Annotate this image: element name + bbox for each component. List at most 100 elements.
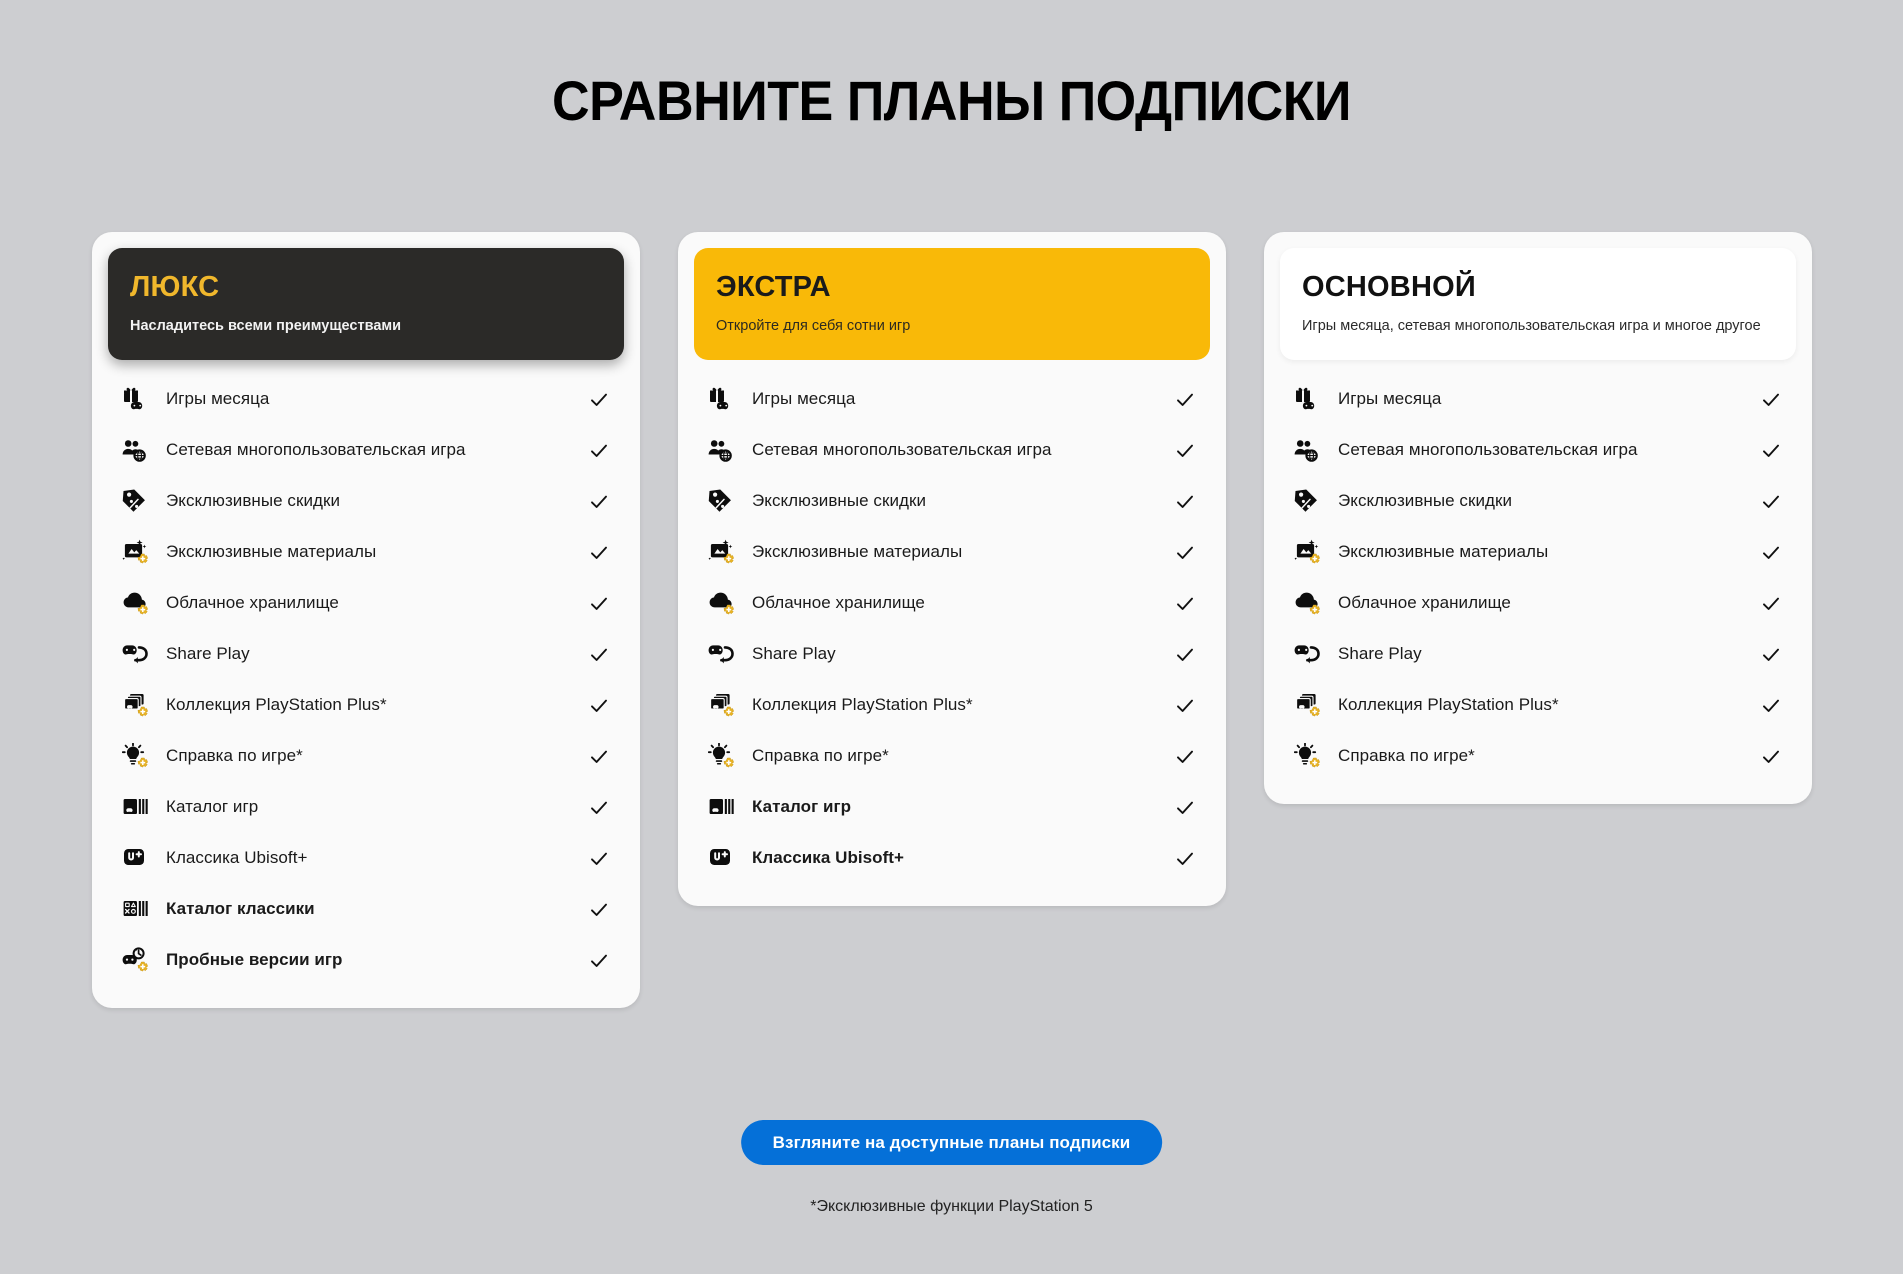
feature-label: Сетевая многопользовательская игра xyxy=(752,440,1052,460)
subscription-plans-page: СРАВНИТЕ ПЛАНЫ ПОДПИСКИ ЛЮКС Насладитесь … xyxy=(0,0,1903,1274)
feature-row: Share Play xyxy=(122,629,616,680)
feature-label: Классика Ubisoft+ xyxy=(166,848,308,868)
feature-check-icon xyxy=(1754,747,1788,767)
feature-label: Эксклюзивные материалы xyxy=(166,542,377,562)
plan-name: ОСНОВНОЙ xyxy=(1302,271,1476,304)
ubisoft-plus-icon xyxy=(708,844,744,874)
plan-card: ЛЮКС Насладитесь всеми преимуществами Игры… xyxy=(92,232,640,1008)
feature-check-icon xyxy=(582,951,616,971)
feature-row: Сетевая многопользовательская игра xyxy=(122,425,616,476)
feature-row: Коллекция PlayStation Plus* xyxy=(708,680,1202,731)
feature-label: Коллекция PlayStation Plus* xyxy=(166,695,387,715)
sparkle-card-plus-icon xyxy=(1294,538,1330,568)
feature-check-icon xyxy=(1754,390,1788,410)
feature-check-icon xyxy=(1168,798,1202,818)
game-trial-plus-icon xyxy=(122,946,158,976)
page-title: СРАВНИТЕ ПЛАНЫ ПОДПИСКИ xyxy=(551,69,1352,132)
feature-row: Пробные версии игр xyxy=(122,935,616,986)
feature-row: Share Play xyxy=(1294,629,1788,680)
people-globe-icon xyxy=(1294,436,1330,466)
cloud-plus-icon xyxy=(1294,589,1330,619)
feature-check-icon xyxy=(582,747,616,767)
feature-label: Каталог игр xyxy=(752,797,852,817)
feature-label: Облачное хранилище xyxy=(752,593,925,613)
feature-check-icon xyxy=(1754,492,1788,512)
feature-row: Каталог игр xyxy=(708,782,1202,833)
feature-check-icon xyxy=(1168,645,1202,665)
feature-check-icon xyxy=(1168,492,1202,512)
feature-check-icon xyxy=(1168,696,1202,716)
feature-check-icon xyxy=(582,849,616,869)
feature-label: Коллекция PlayStation Plus* xyxy=(1338,695,1559,715)
feature-row: Каталог классики xyxy=(122,884,616,935)
price-tag-icon xyxy=(122,487,158,517)
plan-cards-container: ЛЮКС Насладитесь всеми преимуществами Игры… xyxy=(92,232,1812,1008)
feature-label: Сетевая многопользовательская игра xyxy=(166,440,466,460)
feature-label: Облачное хранилище xyxy=(166,593,339,613)
feature-label: Сетевая многопользовательская игра xyxy=(1338,440,1638,460)
feature-label: Облачное хранилище xyxy=(1338,593,1511,613)
game-stack-plus-icon xyxy=(122,691,158,721)
feature-check-icon xyxy=(582,492,616,512)
feature-label: Каталог классики xyxy=(166,899,315,919)
feature-check-icon xyxy=(1754,543,1788,563)
share-play-icon xyxy=(1294,640,1330,670)
plan-feature-list: Игры месяца Сетевая многопользовательская… xyxy=(694,374,1210,884)
lightbulb-plus-icon xyxy=(708,742,744,772)
feature-row: Каталог игр xyxy=(122,782,616,833)
plan-name: ЭКСТРА xyxy=(716,271,831,304)
view-plans-button[interactable]: Взгляните на доступные планы подписки xyxy=(740,1120,1163,1165)
feature-row: Эксклюзивные скидки xyxy=(122,476,616,527)
feature-label: Справка по игре* xyxy=(1338,746,1475,766)
feature-check-icon xyxy=(582,441,616,461)
feature-check-icon xyxy=(1168,594,1202,614)
feature-row: Эксклюзивные скидки xyxy=(708,476,1202,527)
feature-check-icon xyxy=(582,594,616,614)
plan-feature-list: Игры месяца Сетевая многопользовательская… xyxy=(1280,374,1796,782)
feature-row: Облачное хранилище xyxy=(122,578,616,629)
feature-label: Игры месяца xyxy=(166,389,270,409)
game-stack-plus-icon xyxy=(1294,691,1330,721)
feature-label: Эксклюзивные скидки xyxy=(752,491,926,511)
feature-check-icon xyxy=(1754,696,1788,716)
people-globe-icon xyxy=(122,436,158,466)
plan-name: ЛЮКС xyxy=(130,271,220,304)
share-play-icon xyxy=(122,640,158,670)
feature-row: Классика Ubisoft+ xyxy=(122,833,616,884)
feature-check-icon xyxy=(1168,390,1202,410)
plan-card-header: ЭКСТРА Откройте для себя сотни игр xyxy=(694,248,1210,360)
feature-check-icon xyxy=(1168,747,1202,767)
feature-label: Share Play xyxy=(752,644,836,664)
feature-check-icon xyxy=(1754,594,1788,614)
plan-tagline: Откройте для себя сотни игр xyxy=(716,318,911,335)
feature-row: Облачное хранилище xyxy=(708,578,1202,629)
feature-label: Игры месяца xyxy=(1338,389,1442,409)
feature-row: Коллекция PlayStation Plus* xyxy=(122,680,616,731)
feature-row: Игры месяца xyxy=(1294,374,1788,425)
feature-row: Коллекция PlayStation Plus* xyxy=(1294,680,1788,731)
footnote: *Эксклюзивные функции PlayStation 5 xyxy=(810,1198,1093,1215)
game-catalog-icon xyxy=(122,793,158,823)
feature-label: Эксклюзивные материалы xyxy=(1338,542,1549,562)
feature-check-icon xyxy=(582,543,616,563)
ubisoft-plus-icon xyxy=(122,844,158,874)
gift-controller-icon xyxy=(122,385,158,415)
feature-label: Классика Ubisoft+ xyxy=(752,848,904,868)
plan-card-header: ЛЮКС Насладитесь всеми преимуществами xyxy=(108,248,624,360)
share-play-icon xyxy=(708,640,744,670)
feature-row: Эксклюзивные материалы xyxy=(1294,527,1788,578)
feature-label: Эксклюзивные скидки xyxy=(1338,491,1512,511)
feature-check-icon xyxy=(1754,645,1788,665)
price-tag-icon xyxy=(1294,487,1330,517)
game-catalog-icon xyxy=(708,793,744,823)
feature-check-icon xyxy=(582,900,616,920)
feature-row: Share Play xyxy=(708,629,1202,680)
feature-label: Эксклюзивные материалы xyxy=(752,542,963,562)
feature-row: Игры месяца xyxy=(122,374,616,425)
feature-row: Справка по игре* xyxy=(122,731,616,782)
plan-card-header: ОСНОВНОЙ Игры месяца, сетевая многопользо… xyxy=(1280,248,1796,360)
lightbulb-plus-icon xyxy=(122,742,158,772)
plan-card: ОСНОВНОЙ Игры месяца, сетевая многопользо… xyxy=(1264,232,1812,804)
feature-row: Эксклюзивные материалы xyxy=(708,527,1202,578)
feature-row: Классика Ubisoft+ xyxy=(708,833,1202,884)
